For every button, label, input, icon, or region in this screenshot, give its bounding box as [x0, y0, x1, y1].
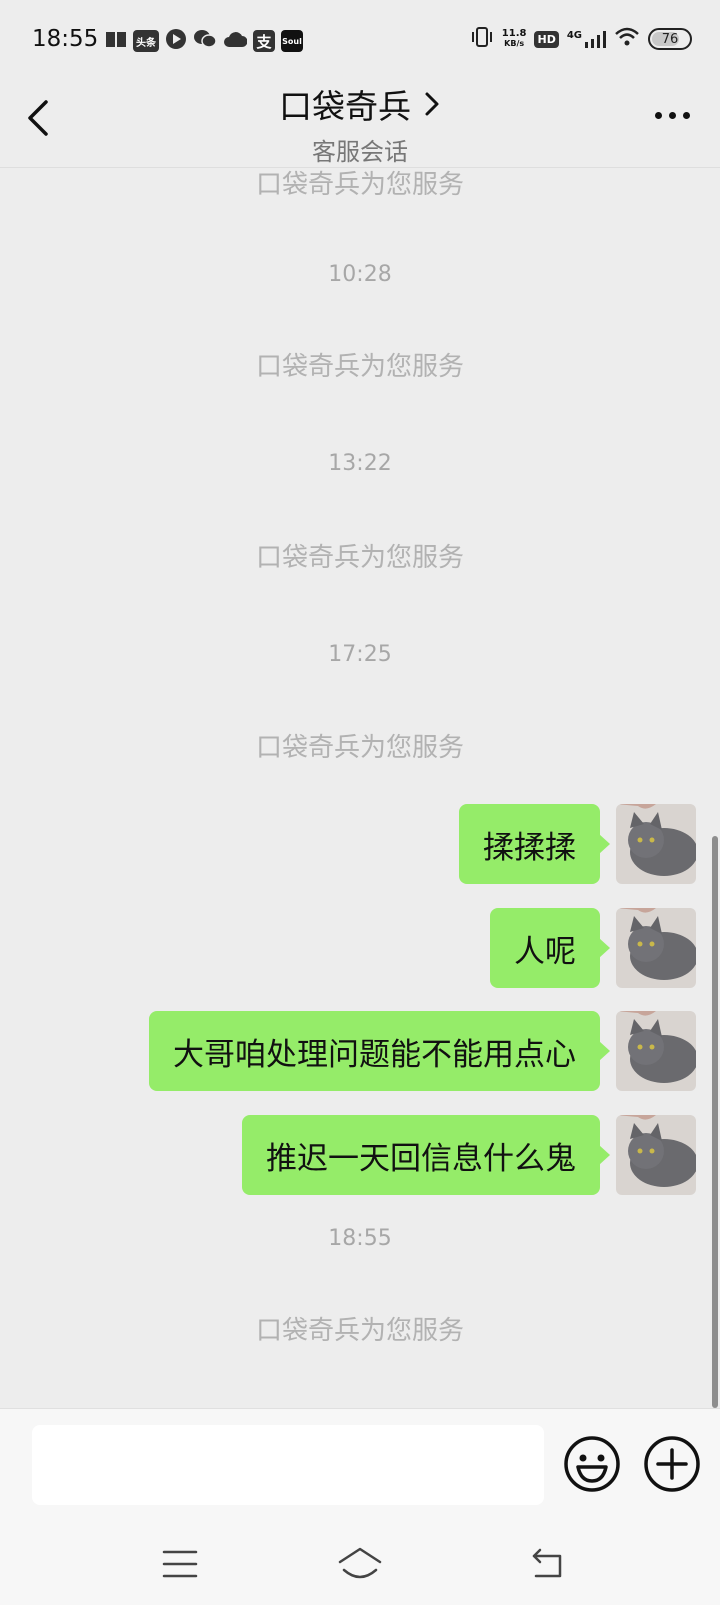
avatar[interactable]	[616, 908, 696, 988]
wifi-icon	[614, 27, 640, 51]
toutiao-icon: 头条	[133, 30, 159, 52]
title-area: 口袋奇兵 客服会话	[0, 80, 720, 167]
message-bubble[interactable]: 大哥咱处理问题能不能用点心	[149, 1011, 610, 1091]
timestamp: 18:55	[328, 1226, 392, 1251]
menu-nav-button[interactable]	[158, 1544, 202, 1584]
notification-icons: 头条 支 Soul	[105, 28, 303, 54]
system-message: 口袋奇兵为您服务	[255, 352, 464, 382]
network-type: 4G	[566, 30, 582, 41]
book-icon	[105, 29, 127, 53]
input-bar	[0, 1408, 720, 1526]
message-row: 推迟一天回信息什么鬼	[242, 1115, 696, 1195]
avatar[interactable]	[616, 1011, 696, 1091]
title-link[interactable]: 口袋奇兵	[279, 80, 441, 128]
vibrate-icon	[470, 26, 494, 52]
alipay-icon: 支	[253, 30, 275, 52]
message-input[interactable]	[32, 1425, 544, 1505]
battery-indicator: 76	[648, 28, 692, 50]
wechat-icon	[193, 28, 217, 54]
message-bubble[interactable]: 推迟一天回信息什么鬼	[242, 1115, 610, 1195]
avatar[interactable]	[616, 804, 696, 884]
home-icon	[338, 1547, 382, 1579]
cat-avatar-icon	[616, 908, 696, 988]
status-time: 18:55	[32, 26, 99, 52]
back-nav-button[interactable]	[526, 1544, 570, 1584]
system-message: 口袋奇兵为您服务	[255, 733, 464, 763]
smiley-icon	[564, 1436, 620, 1492]
more-functions-button[interactable]	[643, 1435, 701, 1493]
net-speed-value: 11.8	[501, 28, 527, 39]
net-speed-unit: KB/s	[504, 39, 525, 48]
system-message: 口袋奇兵为您服务	[255, 1316, 464, 1346]
net-speed: 11.8 KB/s	[502, 29, 527, 49]
play-icon	[165, 28, 187, 54]
timestamp: 13:22	[328, 451, 392, 476]
chat-title: 口袋奇兵	[279, 87, 411, 126]
more-dot-icon	[669, 112, 676, 119]
cat-avatar-icon	[616, 1011, 696, 1091]
hd-badge: HD	[534, 30, 559, 48]
system-message: 口袋奇兵为您服务	[255, 543, 464, 573]
system-message: 口袋奇兵为您服务	[255, 170, 464, 200]
status-bar: 18:55 头条 支 Soul 11.8 KB/s HD 4G 76	[0, 0, 720, 80]
more-dot-icon	[655, 112, 662, 119]
cat-avatar-icon	[616, 1115, 696, 1195]
emoji-button[interactable]	[563, 1435, 621, 1493]
message-row: 人呢	[490, 908, 696, 988]
message-list[interactable]: 口袋奇兵为您服务 10:28 口袋奇兵为您服务 13:22 口袋奇兵为您服务 1…	[0, 168, 720, 1408]
message-row: 大哥咱处理问题能不能用点心	[149, 1011, 696, 1091]
timestamp: 10:28	[328, 262, 392, 287]
chevron-right-icon	[425, 92, 439, 116]
return-icon	[532, 1548, 562, 1578]
scrollbar[interactable]	[712, 836, 718, 1408]
chat-header: 口袋奇兵 客服会话	[0, 80, 720, 168]
message-bubble[interactable]: 人呢	[490, 908, 610, 988]
signal-icon: 4G	[567, 30, 606, 48]
home-nav-button[interactable]	[336, 1544, 384, 1584]
soul-icon: Soul	[281, 30, 303, 52]
battery-level: 76	[661, 31, 679, 47]
system-nav-bar	[0, 1526, 720, 1605]
chat-subtitle: 客服会话	[312, 138, 408, 166]
message-row: 揉揉揉	[459, 804, 696, 884]
cat-avatar-icon	[616, 804, 696, 884]
message-bubble[interactable]: 揉揉揉	[459, 804, 610, 884]
more-options-button[interactable]	[655, 112, 690, 119]
more-dot-icon	[683, 112, 690, 119]
cloud-icon	[223, 29, 248, 53]
status-right: 11.8 KB/s HD 4G 76	[470, 26, 692, 52]
timestamp: 17:25	[328, 642, 392, 667]
chat-screen: 18:55 头条 支 Soul 11.8 KB/s HD 4G 76 口袋奇兵 …	[0, 0, 720, 1605]
menu-icon	[162, 1550, 198, 1578]
plus-circle-icon	[644, 1436, 700, 1492]
avatar[interactable]	[616, 1115, 696, 1195]
